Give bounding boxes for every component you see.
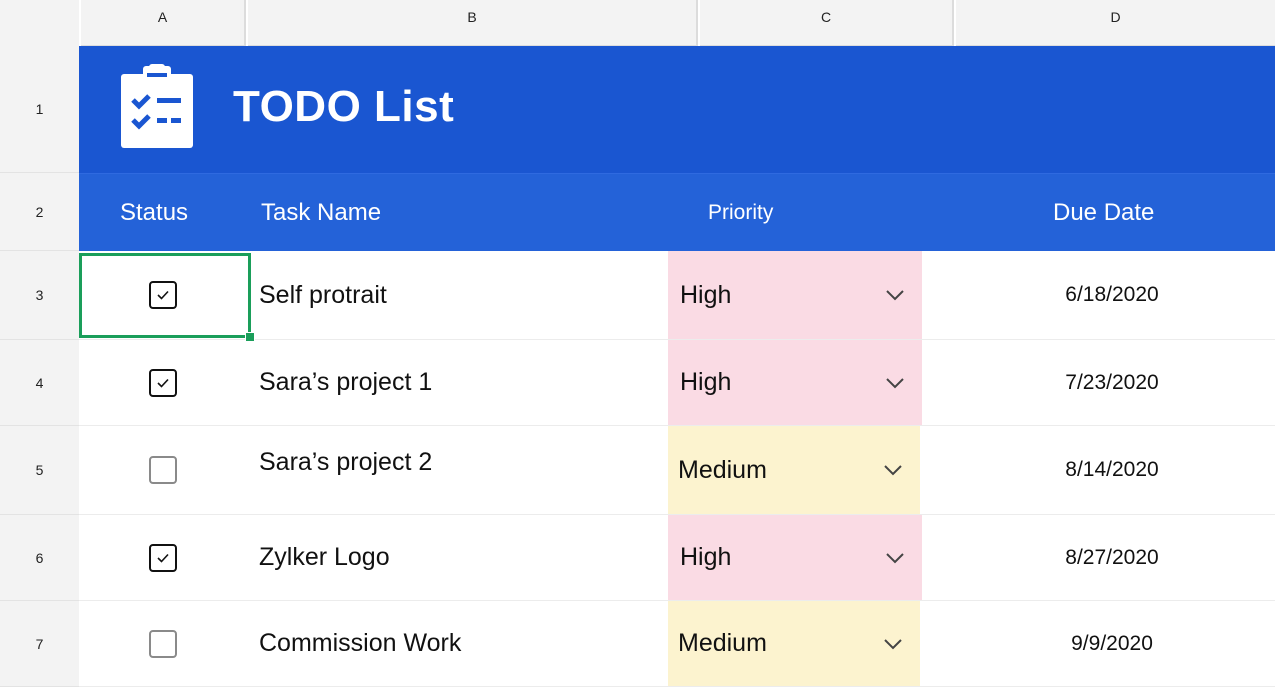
due-date[interactable]: 8/27/2020 <box>974 515 1250 600</box>
header-task-name[interactable]: Task Name <box>261 174 381 252</box>
task-checkbox[interactable] <box>148 456 177 484</box>
task-name[interactable]: Self protrait <box>259 251 387 339</box>
checkmark-icon <box>156 290 169 300</box>
row-header-1[interactable]: 1 <box>0 46 79 173</box>
priority-dropdown[interactable]: High <box>668 515 922 600</box>
task-checkbox[interactable] <box>148 281 177 309</box>
table-row: Sara’s project 2 Medium 8/14/2020 <box>79 426 1275 515</box>
due-date[interactable]: 8/14/2020 <box>974 426 1250 514</box>
status-cell[interactable] <box>79 601 246 686</box>
row-header-column: 1 2 3 4 5 6 7 <box>0 0 79 687</box>
status-cell[interactable] <box>79 340 246 425</box>
task-checkbox[interactable] <box>148 368 177 397</box>
row-header-6[interactable]: 6 <box>0 515 79 601</box>
column-header-a[interactable]: A <box>79 0 246 46</box>
chevron-down-icon[interactable] <box>884 288 906 302</box>
task-name[interactable]: Zylker Logo <box>259 515 390 600</box>
table-row: Self protrait High 6/18/2020 <box>79 251 1275 340</box>
priority-dropdown[interactable]: Medium <box>668 601 920 686</box>
due-date[interactable]: 9/9/2020 <box>974 601 1250 686</box>
status-cell[interactable] <box>79 426 246 514</box>
due-date[interactable]: 7/23/2020 <box>974 340 1250 425</box>
row-header-4[interactable]: 4 <box>0 340 79 426</box>
table-row: Sara’s project 1 High 7/23/2020 <box>79 340 1275 426</box>
header-due-date[interactable]: Due Date <box>1053 174 1154 252</box>
title-banner[interactable]: TODO List <box>79 46 1275 173</box>
header-status[interactable]: Status <box>120 174 188 252</box>
task-checkbox[interactable] <box>148 543 177 572</box>
clipboard-checklist-icon <box>121 64 193 148</box>
priority-value: Medium <box>678 629 767 657</box>
table-header-row: Status Task Name Priority Due Date <box>79 173 1275 251</box>
column-header-c[interactable]: C <box>698 0 954 46</box>
task-name[interactable]: Sara’s project 2 <box>259 426 432 514</box>
fill-handle[interactable] <box>245 332 255 342</box>
task-checkbox[interactable] <box>148 629 177 658</box>
column-header-d[interactable]: D <box>954 0 1275 46</box>
task-name[interactable]: Sara’s project 1 <box>259 340 432 425</box>
column-header-b[interactable]: B <box>246 0 698 46</box>
row-header-5[interactable]: 5 <box>0 426 79 515</box>
priority-dropdown[interactable]: High <box>668 251 922 339</box>
header-priority[interactable]: Priority <box>708 174 773 252</box>
checkmark-icon <box>156 378 169 388</box>
task-name[interactable]: Commission Work <box>259 601 461 686</box>
row-header-2[interactable]: 2 <box>0 173 79 251</box>
table-row: Zylker Logo High 8/27/2020 <box>79 515 1275 601</box>
checkmark-icon <box>156 553 169 563</box>
priority-value: High <box>680 280 732 309</box>
table-row: Commission Work Medium 9/9/2020 <box>79 601 1275 687</box>
priority-dropdown[interactable]: Medium <box>668 426 920 514</box>
priority-dropdown[interactable]: High <box>668 340 922 425</box>
row-header-3[interactable]: 3 <box>0 251 79 340</box>
priority-value: High <box>680 368 732 396</box>
chevron-down-icon[interactable] <box>882 637 904 651</box>
chevron-down-icon[interactable] <box>884 551 906 565</box>
priority-value: Medium <box>678 455 767 484</box>
status-cell[interactable] <box>79 251 246 339</box>
due-date[interactable]: 6/18/2020 <box>974 251 1250 339</box>
page-title: TODO List <box>233 82 455 131</box>
priority-value: High <box>680 543 732 571</box>
column-header-bar: A B C D <box>0 0 1275 46</box>
chevron-down-icon[interactable] <box>884 376 906 390</box>
chevron-down-icon[interactable] <box>882 463 904 477</box>
status-cell[interactable] <box>79 515 246 600</box>
row-header-7[interactable]: 7 <box>0 601 79 687</box>
